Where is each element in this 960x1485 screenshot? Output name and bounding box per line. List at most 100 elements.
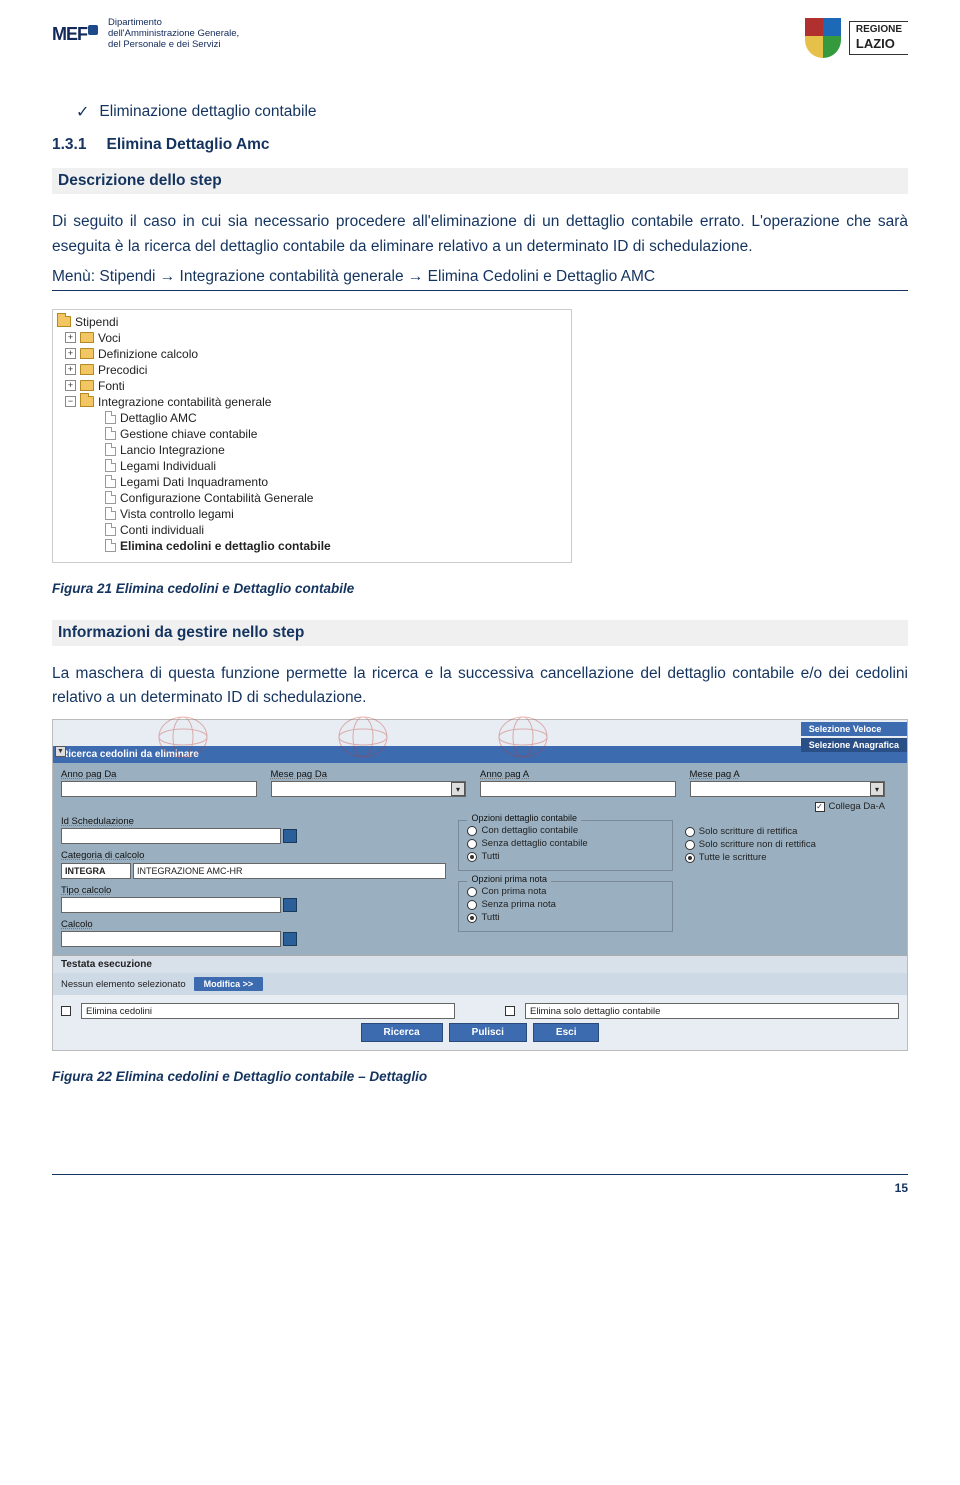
form-screenshot: ▼ Selezione Veloce Selezione Anagrafica … xyxy=(52,719,908,1051)
input-anno-da[interactable] xyxy=(61,781,257,797)
mef-logo: MEF xyxy=(52,24,98,45)
radio-senza-prima[interactable] xyxy=(467,900,477,910)
tab-selezione-anagrafica[interactable]: Selezione Anagrafica xyxy=(801,738,907,752)
esci-button[interactable]: Esci xyxy=(533,1023,600,1042)
mef-block: MEF Dipartimento dell'Amministrazione Ge… xyxy=(52,18,239,51)
select-mese-da[interactable]: ▾ xyxy=(271,781,467,797)
page-icon xyxy=(105,523,116,536)
figure-22-caption: Figura 22 Elimina cedolini e Dettaglio c… xyxy=(52,1069,908,1084)
testata-row: Nessun elemento selezionato Modifica >> xyxy=(53,973,907,995)
categoria-desc: INTEGRAZIONE AMC-HR xyxy=(133,863,446,879)
tree-item[interactable]: Lancio Integrazione xyxy=(57,442,567,458)
label-anno-da: Anno pag Da xyxy=(61,769,257,780)
page-icon xyxy=(105,491,116,504)
page-icon xyxy=(105,443,116,456)
tree-item[interactable]: Dettaglio AMC xyxy=(57,410,567,426)
tree-item[interactable]: Configurazione Contabilità Generale xyxy=(57,490,567,506)
tree-folder-open[interactable]: −Integrazione contabilità generale xyxy=(57,394,567,410)
lazio-block: REGIONE LAZIO xyxy=(805,18,908,58)
modifica-button[interactable]: Modifica >> xyxy=(194,977,264,991)
input-anno-a[interactable] xyxy=(480,781,676,797)
globe-decoration-icon xyxy=(493,712,553,762)
fieldset-prima-nota: Opzioni prima nota Con prima nota Senza … xyxy=(458,881,672,932)
checkbox-collega[interactable]: ✓ xyxy=(815,802,825,812)
label-mese-da: Mese pag Da xyxy=(271,769,467,780)
lookup-button[interactable] xyxy=(283,898,297,912)
radio-con-dettaglio[interactable] xyxy=(467,826,477,836)
page-icon xyxy=(105,539,116,552)
categoria-code[interactable]: INTEGRA xyxy=(61,863,131,879)
footer: 15 xyxy=(52,1174,908,1175)
tree-item[interactable]: Legami Individuali xyxy=(57,458,567,474)
collapse-icon[interactable]: − xyxy=(65,396,76,407)
input-tipo[interactable] xyxy=(61,897,281,913)
lazio-shield-icon xyxy=(805,18,841,58)
heading-descrizione: Descrizione dello step xyxy=(52,168,908,194)
folder-open-icon xyxy=(80,396,94,407)
label-tipo: Tipo calcolo xyxy=(61,885,446,896)
expand-icon[interactable]: + xyxy=(65,380,76,391)
page-icon xyxy=(105,475,116,488)
label-elimina-cedolini: Elimina cedolini xyxy=(81,1003,455,1019)
radio-con-prima[interactable] xyxy=(467,887,477,897)
checkmark-icon: ✓ xyxy=(76,102,89,122)
folder-icon xyxy=(80,380,94,391)
ricerca-button[interactable]: Ricerca xyxy=(361,1023,443,1042)
tree-item[interactable]: Vista controllo legami xyxy=(57,506,567,522)
tree-root[interactable]: Stipendi xyxy=(57,314,567,330)
expand-icon[interactable]: + xyxy=(65,332,76,343)
select-mese-a[interactable]: ▾ xyxy=(690,781,886,797)
folder-icon xyxy=(80,364,94,375)
input-calcolo[interactable] xyxy=(61,931,281,947)
bullet-item: ✓ Eliminazione dettaglio contabile xyxy=(76,102,908,122)
radio-solo-rettifica[interactable] xyxy=(685,827,695,837)
label-collega: Collega Da-A xyxy=(829,801,886,812)
lookup-button[interactable] xyxy=(283,932,297,946)
checkbox-elimina-cedolini[interactable] xyxy=(61,1006,71,1016)
heading-info: Informazioni da gestire nello step xyxy=(52,620,908,646)
label-anno-a: Anno pag A xyxy=(480,769,676,780)
radio-senza-dettaglio[interactable] xyxy=(467,839,477,849)
testata-title: Testata esecuzione xyxy=(53,955,907,973)
chevron-down-icon[interactable]: ▾ xyxy=(451,782,465,796)
tree-folder[interactable]: +Precodici xyxy=(57,362,567,378)
radio-tutte-scritture[interactable] xyxy=(685,853,695,863)
label-calcolo: Calcolo xyxy=(61,919,446,930)
paragraph-1: Di seguito il caso in cui sia necessario… xyxy=(52,210,908,260)
tree-folder[interactable]: +Voci xyxy=(57,330,567,346)
expand-icon[interactable]: + xyxy=(65,364,76,375)
page-icon xyxy=(105,427,116,440)
tree-item-selected[interactable]: Elimina cedolini e dettaglio contabile xyxy=(57,538,567,554)
page-icon xyxy=(105,411,116,424)
paragraph-2: La maschera di questa funzione permette … xyxy=(52,662,908,712)
lookup-button[interactable] xyxy=(283,829,297,843)
globe-decoration-icon xyxy=(333,712,393,762)
tab-selezione-veloce[interactable]: Selezione Veloce xyxy=(801,722,907,736)
fieldset-dettaglio: Opzioni dettaglio contabile Con dettagli… xyxy=(458,820,672,871)
radio-tutti-prima[interactable] xyxy=(467,913,477,923)
tree-item[interactable]: Gestione chiave contabile xyxy=(57,426,567,442)
pulisci-button[interactable]: Pulisci xyxy=(449,1023,527,1042)
menu-path: Menù: Stipendi → Integrazione contabilit… xyxy=(52,268,908,291)
dropdown-toggle-icon[interactable]: ▼ xyxy=(55,746,66,757)
radio-non-rettifica[interactable] xyxy=(685,840,695,850)
checkbox-elimina-dettaglio[interactable] xyxy=(505,1006,515,1016)
document-header: MEF Dipartimento dell'Amministrazione Ge… xyxy=(52,18,908,78)
tree-item[interactable]: Legami Dati Inquadramento xyxy=(57,474,567,490)
page-icon xyxy=(105,507,116,520)
label-elimina-dettaglio: Elimina solo dettaglio contabile xyxy=(525,1003,899,1019)
page-number: 15 xyxy=(895,1181,908,1195)
section-heading: 1.3.1 Elimina Dettaglio Amc xyxy=(52,136,908,154)
label-categoria: Categoria di calcolo xyxy=(61,850,446,861)
folder-icon xyxy=(80,348,94,359)
chevron-down-icon[interactable]: ▾ xyxy=(870,782,884,796)
tree-folder[interactable]: +Fonti xyxy=(57,378,567,394)
input-idsched[interactable] xyxy=(61,828,281,844)
lazio-text: REGIONE LAZIO xyxy=(849,21,908,55)
expand-icon[interactable]: + xyxy=(65,348,76,359)
tree-folder[interactable]: +Definizione calcolo xyxy=(57,346,567,362)
folder-icon xyxy=(80,332,94,343)
tree-item[interactable]: Conti individuali xyxy=(57,522,567,538)
folder-open-icon xyxy=(57,316,71,327)
radio-tutti-dett[interactable] xyxy=(467,852,477,862)
